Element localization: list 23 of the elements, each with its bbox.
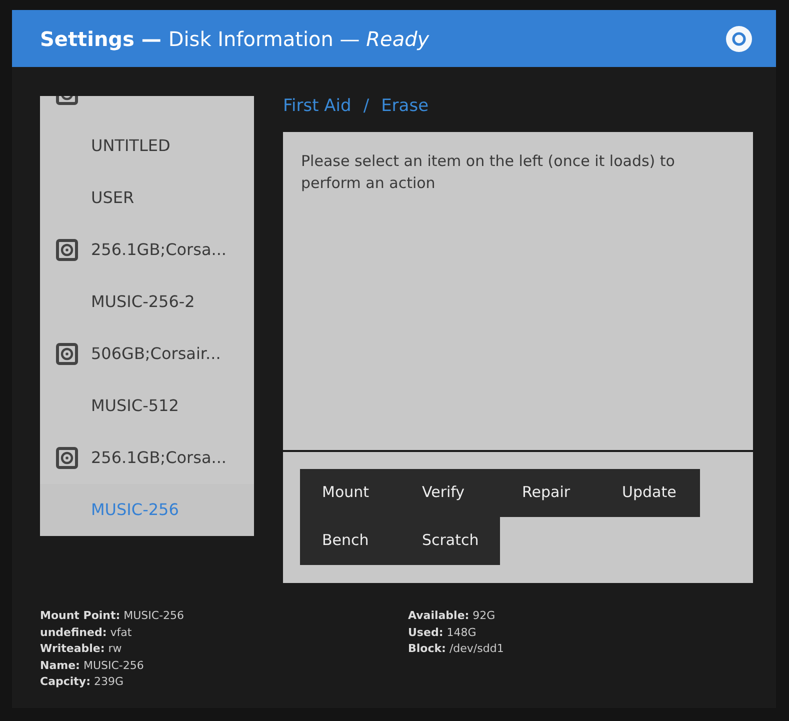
message-text: Please select an item on the left (once it loads) to perform an action xyxy=(301,150,676,194)
breadcrumb-separator: / xyxy=(363,95,370,118)
info-field: Used: 148G xyxy=(408,624,504,641)
info-field: undefined: vfat xyxy=(40,624,184,641)
action-button[interactable]: Scratch xyxy=(400,516,500,564)
info-field: Available: 92G xyxy=(408,608,504,624)
action-button[interactable]: Update xyxy=(600,468,700,516)
info-field: Name: MUSIC-256 xyxy=(40,658,184,674)
drive-icon xyxy=(56,239,78,261)
action-button[interactable]: Repair xyxy=(500,468,600,516)
action-button[interactable]: Bench xyxy=(300,516,400,564)
info-field: Block: /dev/sdd1 xyxy=(408,641,504,658)
action-button[interactable]: Mount xyxy=(300,468,400,516)
drive-icon xyxy=(56,343,78,365)
info-field: Writeable: rw xyxy=(40,641,184,658)
breadcrumb-link[interactable]: Erase xyxy=(381,94,429,120)
action-button[interactable]: Verify xyxy=(400,468,500,516)
info-field: Mount Point: MUSIC-256 xyxy=(40,608,184,624)
breadcrumb-link[interactable]: First Aid xyxy=(283,94,352,120)
disc-icon[interactable] xyxy=(726,26,752,52)
window-title: Settings — Disk Information — Ready xyxy=(40,26,430,52)
drive-icon xyxy=(56,447,78,469)
info-field: Capcity: 239G xyxy=(40,674,184,690)
